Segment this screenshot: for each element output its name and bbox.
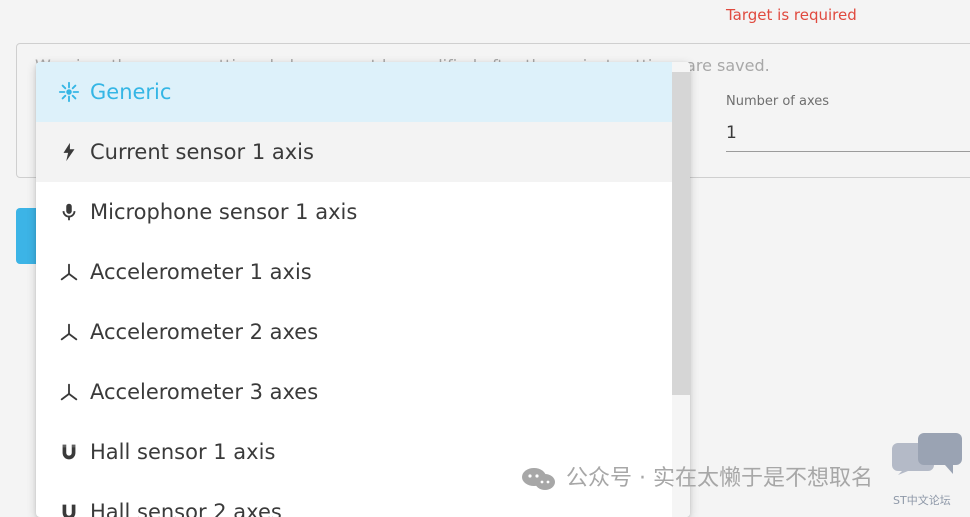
sensor-type-dropdown[interactable]: Generic Current sensor 1 axis Microphone… [36, 62, 690, 517]
lightning-icon [58, 141, 80, 163]
dropdown-option-label: Generic [90, 80, 172, 104]
chat-bubble-logo-icon [892, 433, 964, 475]
dropdown-option-label: Accelerometer 2 axes [90, 320, 319, 344]
sensor-settings-screen: Target is required Warning: the sensor s… [0, 0, 970, 517]
target-error-message: Target is required [726, 6, 857, 24]
dropdown-option-accelerometer-3[interactable]: Accelerometer 3 axes [36, 362, 672, 422]
number-of-axes-label: Number of axes [726, 94, 830, 109]
dropdown-option-label: Hall sensor 1 axis [90, 440, 276, 464]
generic-icon [58, 81, 80, 103]
dropdown-option-label: Current sensor 1 axis [90, 140, 314, 164]
dropdown-scrollbar-thumb[interactable] [672, 72, 690, 395]
dropdown-option-label: Hall sensor 2 axes [90, 500, 282, 517]
axis-icon [58, 321, 80, 343]
brand-watermark-text: ST中文论坛 [893, 494, 951, 507]
dropdown-option-label: Accelerometer 3 axes [90, 380, 319, 404]
dropdown-option-accelerometer-1[interactable]: Accelerometer 1 axis [36, 242, 672, 302]
magnet-icon [58, 501, 80, 517]
dropdown-option-accelerometer-2[interactable]: Accelerometer 2 axes [36, 302, 672, 362]
microphone-icon [58, 201, 80, 223]
dropdown-option-label: Microphone sensor 1 axis [90, 200, 358, 224]
axis-icon [58, 261, 80, 283]
watermark-text: 公众号 · 实在太懒于是不想取名 [566, 466, 873, 491]
dropdown-option-current-sensor[interactable]: Current sensor 1 axis [36, 122, 672, 182]
dropdown-option-microphone-sensor[interactable]: Microphone sensor 1 axis [36, 182, 672, 242]
number-of-axes-field[interactable]: 1 [726, 122, 737, 144]
wechat-icon [520, 466, 558, 492]
dropdown-option-label: Accelerometer 1 axis [90, 260, 312, 284]
axis-icon [58, 381, 80, 403]
number-of-axes-underline [726, 151, 970, 152]
dropdown-option-generic[interactable]: Generic [36, 62, 672, 122]
magnet-icon [58, 441, 80, 463]
